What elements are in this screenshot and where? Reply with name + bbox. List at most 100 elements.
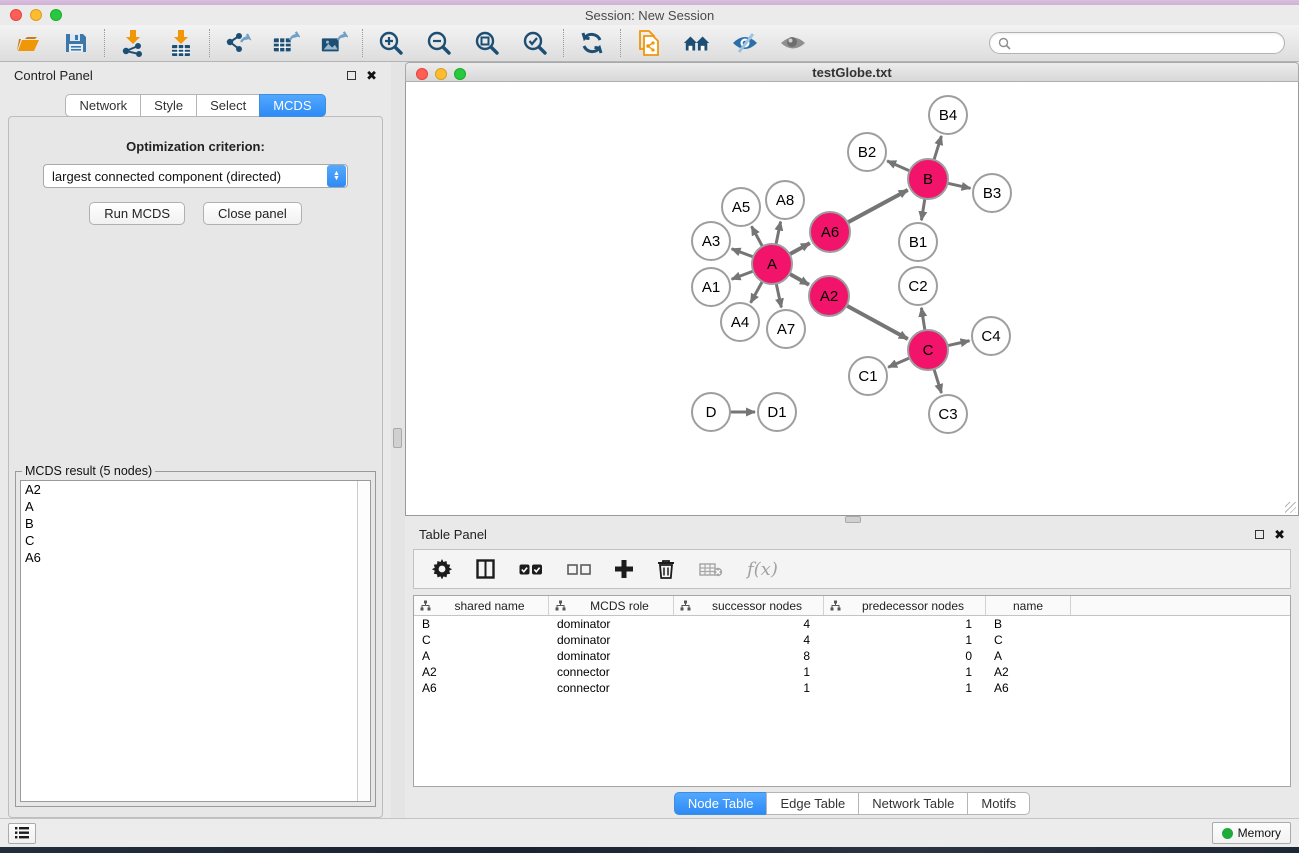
edge-C-C1[interactable] [888,357,911,367]
zoom-in-icon[interactable] [377,29,405,57]
column-header-name[interactable]: name [986,596,1071,615]
delete-column-icon[interactable] [657,559,675,579]
node-A7[interactable]: A7 [767,310,805,348]
import-network-icon[interactable] [119,29,147,57]
vertical-splitter[interactable] [391,62,405,818]
maximize-view-icon[interactable] [454,68,466,80]
network-graph[interactable]: B4 B2 B B3 A5A8A6 A3 B1 A A1 C2 A2 A4A7 C C4 C1 C3 D D1 [406,82,1298,510]
tab-mcds[interactable]: MCDS [259,94,325,117]
tab-motifs[interactable]: Motifs [967,792,1030,815]
edge-A-A6[interactable] [788,243,810,255]
maximize-window-icon[interactable] [50,9,62,21]
minimize-window-icon[interactable] [30,9,42,21]
result-item[interactable]: A [21,498,370,515]
function-builder-icon[interactable]: f(x) [747,559,778,580]
edge-C-C4[interactable] [946,341,970,346]
table-row[interactable]: Adominator80A [414,648,1290,664]
minimize-view-icon[interactable] [435,68,447,80]
zoom-fit-icon[interactable] [473,29,501,57]
run-mcds-button[interactable]: Run MCDS [89,202,185,225]
node-A6[interactable]: A6 [810,212,850,252]
edge-A-A8[interactable] [776,222,781,247]
task-history-button[interactable] [8,823,36,844]
deselect-all-icon[interactable] [567,563,591,576]
node-A2[interactable]: A2 [809,276,849,316]
edge-A-A3[interactable] [732,249,756,258]
node-C2[interactable]: C2 [899,267,937,305]
node-B1[interactable]: B1 [899,223,937,261]
refresh-icon[interactable] [578,29,606,57]
edge-A-A7[interactable] [776,282,782,308]
splitter-handle[interactable] [845,516,861,523]
close-view-icon[interactable] [416,68,428,80]
node-B2[interactable]: B2 [848,133,886,171]
node-A5[interactable]: A5 [722,188,760,226]
result-item[interactable]: B [21,515,370,532]
export-network-icon[interactable] [224,29,252,57]
edge-A2-C[interactable] [845,305,908,339]
column-header-successor-nodes[interactable]: successor nodes [674,596,824,615]
node-B3[interactable]: B3 [973,174,1011,212]
tab-node-table[interactable]: Node Table [674,792,768,815]
node-C[interactable]: C [908,330,948,370]
export-table-icon[interactable] [272,29,300,57]
table-row[interactable]: Bdominator41B [414,616,1290,632]
edge-B-B3[interactable] [946,183,971,188]
float-panel-icon[interactable] [347,71,356,80]
node-C3[interactable]: C3 [929,395,967,433]
export-image-icon[interactable] [320,29,348,57]
float-panel-icon[interactable] [1255,530,1264,539]
edge-A-A4[interactable] [751,280,764,303]
open-file-icon[interactable] [14,29,42,57]
tab-network[interactable]: Network [65,94,141,117]
memory-button[interactable]: Memory [1212,822,1291,844]
search-field[interactable] [989,32,1285,54]
node-A1[interactable]: A1 [692,268,730,306]
edge-A-A5[interactable] [752,226,764,248]
result-item[interactable]: C [21,532,370,549]
edge-B-B2[interactable] [887,161,911,172]
search-input[interactable] [1016,36,1276,50]
column-panel-icon[interactable] [476,559,495,579]
horizontal-splitter[interactable] [405,516,1299,521]
node-A8[interactable]: A8 [766,181,804,219]
node-A3[interactable]: A3 [692,222,730,260]
edge-A-A2[interactable] [788,273,809,285]
table-settings-icon[interactable] [432,559,452,579]
table-row[interactable]: A6connector11A6 [414,680,1290,696]
node-C1[interactable]: C1 [849,357,887,395]
edge-A-A1[interactable] [732,270,756,279]
tab-select[interactable]: Select [196,94,260,117]
close-panel-icon[interactable]: ✖ [1274,528,1285,541]
tab-network-table[interactable]: Network Table [858,792,968,815]
edge-B-B1[interactable] [921,197,925,220]
node-A4[interactable]: A4 [721,303,759,341]
zoom-selected-icon[interactable] [521,29,549,57]
table-row[interactable]: Cdominator41C [414,632,1290,648]
close-panel-button[interactable]: Close panel [203,202,302,225]
edge-A6-B[interactable] [846,190,908,223]
node-A[interactable]: A [752,244,792,284]
node-C4[interactable]: C4 [972,317,1010,355]
table-row[interactable]: A2connector11A2 [414,664,1290,680]
delete-table-icon[interactable] [699,561,723,577]
resize-grip[interactable] [1285,502,1296,513]
show-eye-icon[interactable] [779,29,807,57]
column-header-predecessor-nodes[interactable]: predecessor nodes [824,596,986,615]
splitter-handle[interactable] [393,428,402,448]
add-column-icon[interactable] [615,560,633,578]
node-D[interactable]: D [692,393,730,431]
edge-C-C3[interactable] [933,367,941,393]
tab-style[interactable]: Style [140,94,197,117]
tab-edge-table[interactable]: Edge Table [766,792,859,815]
result-item[interactable]: A6 [21,549,370,566]
node-B[interactable]: B [908,159,948,199]
close-window-icon[interactable] [10,9,22,21]
zoom-out-icon[interactable] [425,29,453,57]
node-D1[interactable]: D1 [758,393,796,431]
node-B4[interactable]: B4 [929,96,967,134]
select-all-icon[interactable] [519,563,543,576]
result-item[interactable]: A2 [21,481,370,498]
column-header-shared-name[interactable]: shared name [414,596,549,615]
network-window-titlebar[interactable]: testGlobe.txt [405,62,1299,82]
